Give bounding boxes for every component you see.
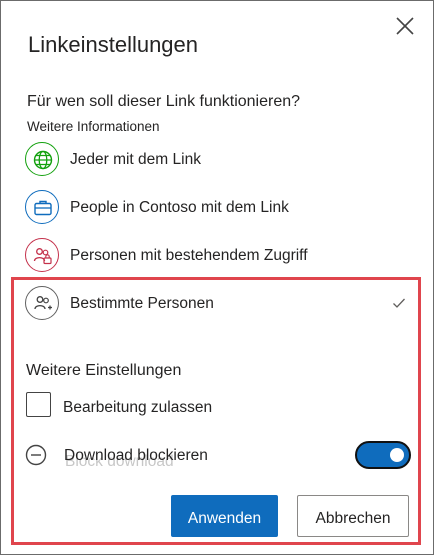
more-info-link[interactable]: Weitere Informationen <box>27 118 160 136</box>
option-label: Bestimmte Personen <box>70 295 214 312</box>
option-label: Personen mit bestehendem Zugriff <box>70 247 308 264</box>
minus-circle-icon <box>25 444 47 466</box>
link-settings-dialog: Linkeinstellungen Für wen soll dieser Li… <box>0 0 434 555</box>
globe-icon <box>25 142 59 176</box>
briefcase-icon <box>25 190 59 224</box>
option-label: Jeder mit dem Link <box>70 151 201 168</box>
cancel-button[interactable]: Abbrechen <box>297 495 409 537</box>
audience-question: Für wen soll dieser Link funktionieren? <box>27 93 301 110</box>
dialog-title: Linkeinstellungen <box>28 32 199 57</box>
option-specific-people[interactable]: Bestimmte Personen <box>25 286 415 322</box>
option-label: People in Contoso mit dem Link <box>70 199 289 216</box>
toggle-knob <box>390 448 404 462</box>
close-button[interactable] <box>394 15 416 37</box>
checkbox-box[interactable] <box>26 392 51 417</box>
close-icon <box>396 17 414 35</box>
more-settings-title: Weitere Einstellungen <box>26 362 182 379</box>
checkmark-icon <box>393 298 405 308</box>
people-lock-icon <box>25 238 59 272</box>
allow-edit-label: Bearbeitung zulassen <box>63 399 213 416</box>
allow-edit-checkbox[interactable]: Bearbeitung zulassen <box>26 392 276 420</box>
option-people-in-org[interactable]: People in Contoso mit dem Link <box>25 190 415 226</box>
people-add-icon <box>25 286 59 320</box>
apply-button[interactable]: Anwenden <box>171 495 278 537</box>
block-download-toggle[interactable] <box>355 441 411 469</box>
option-existing-access[interactable]: Personen mit bestehendem Zugriff <box>25 238 415 274</box>
block-download-row: Block download Download blockieren <box>25 441 415 471</box>
block-download-label: Download blockieren <box>64 447 208 464</box>
option-anyone-with-link[interactable]: Jeder mit dem Link <box>25 142 415 178</box>
